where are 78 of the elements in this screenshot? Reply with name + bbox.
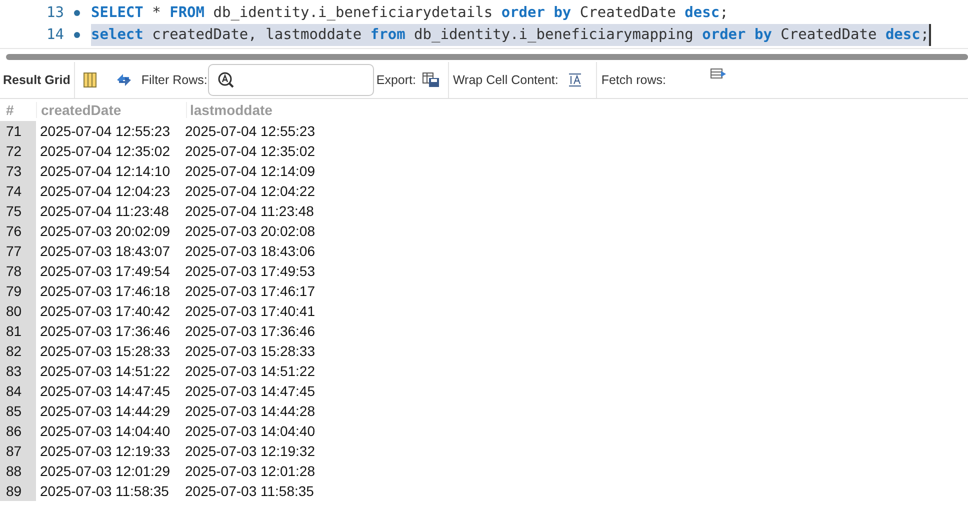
table-cell-text: 2025-07-03 14:51:22	[39, 363, 171, 379]
table-cell-text: 2025-07-04 11:23:48	[39, 203, 170, 219]
table-cell-text: 2025-07-03 15:28:33	[39, 343, 171, 359]
row-number: 73	[0, 161, 36, 181]
row-number: 82	[0, 341, 36, 361]
row-number: 78	[0, 261, 36, 281]
search-icon	[217, 71, 236, 89]
refresh-icon[interactable]	[115, 72, 134, 88]
table-cell-text: 2025-07-04 12:35:02	[39, 143, 171, 159]
line-marker-icon	[74, 10, 80, 16]
column-header[interactable]: lastmoddate	[186, 102, 330, 118]
table-cell-text: 2025-07-03 14:47:45	[39, 383, 171, 399]
table-cell-text: 2025-07-03 12:19:32	[185, 443, 316, 459]
row-number: 72	[0, 141, 36, 161]
table-cell-text: 2025-07-03 18:43:06	[185, 243, 316, 259]
row-number: 74	[0, 181, 36, 201]
table-cell-text: 2025-07-04 12:14:10	[39, 163, 171, 179]
table-cell-text: 2025-07-03 17:46:17	[185, 283, 316, 299]
table-cell-text: 2025-07-03 20:02:09	[39, 223, 171, 239]
table-cell-text: 2025-07-03 18:43:07	[39, 243, 171, 259]
row-number: 89	[0, 481, 36, 501]
table-cell-text: 2025-07-03 14:51:22	[185, 363, 316, 379]
row-number: 80	[0, 301, 36, 321]
column-header[interactable]: #	[0, 102, 36, 118]
row-number: 75	[0, 201, 36, 221]
row-number: 86	[0, 421, 36, 441]
row-number: 87	[0, 441, 36, 461]
table-cell-text: 2025-07-03 14:47:45	[185, 383, 316, 399]
table-cell-text: 2025-07-04 11:23:48	[185, 203, 315, 219]
fetch-rows-label: Fetch rows:	[601, 73, 666, 87]
table-cell-text: 2025-07-04 12:04:22	[185, 183, 316, 199]
table-cell-text: 2025-07-04 12:04:23	[39, 183, 171, 199]
row-number: 88	[0, 461, 36, 481]
table-cell-text: 2025-07-03 17:36:46	[39, 323, 171, 339]
filter-rows-field[interactable]	[208, 64, 374, 96]
table-cell-text: 2025-07-03 14:04:40	[39, 423, 171, 439]
row-number: 79	[0, 281, 36, 301]
result-grid-label: Result Grid	[2, 73, 70, 87]
table-arrow-icon[interactable]	[710, 68, 728, 80]
row-number: 84	[0, 381, 36, 401]
table-cell-text: 2025-07-03 17:40:41	[185, 303, 316, 319]
row-number: 81	[0, 321, 36, 341]
table-cell-text: 2025-07-03 17:49:53	[185, 263, 316, 279]
wrap-cell-content-label: Wrap Cell Content:	[452, 73, 558, 87]
table-cell-text: 2025-07-03 17:40:42	[39, 303, 171, 319]
table-cell-text: 2025-07-03 12:19:33	[39, 443, 171, 459]
line-number: 13	[46, 5, 64, 21]
line-number: 14	[46, 27, 64, 43]
table-cell-text: 2025-07-03 11:58:35	[39, 483, 170, 499]
table-cell-text: 2025-07-03 15:28:33	[185, 343, 316, 359]
column-header[interactable]: createdDate	[36, 102, 186, 118]
table-cell-text: 2025-07-04 12:14:09	[185, 163, 316, 179]
table-cell-text: 2025-07-03 20:02:08	[185, 223, 316, 239]
line-marker-icon	[74, 32, 80, 38]
row-number: 77	[0, 241, 36, 261]
code-line: SELECT * FROM db_identity.i_beneficiarydetails order by CreatedDate desc;	[91, 4, 728, 23]
table-cell-text: 2025-07-03 12:01:29	[39, 463, 171, 479]
table-cell-text: 2025-07-03 14:44:29	[39, 403, 171, 419]
row-number: 71	[0, 121, 36, 141]
table-cell-text: 2025-07-03 14:04:40	[185, 423, 316, 439]
table-cell-text: 2025-07-04 12:35:02	[185, 143, 316, 159]
row-number: 83	[0, 361, 36, 381]
horizontal-scrollbar[interactable]	[6, 54, 968, 60]
export-icon[interactable]	[422, 72, 440, 88]
export-label: Export:	[376, 73, 416, 87]
filter-rows-label: Filter Rows:	[141, 73, 208, 87]
row-number: 85	[0, 401, 36, 421]
table-cell-text: 2025-07-04 12:55:23	[185, 123, 316, 139]
table-cell-text: 2025-07-04 12:55:23	[39, 123, 171, 139]
table-cell-text: 2025-07-03 17:36:46	[185, 323, 316, 339]
wrap-text-icon[interactable]	[568, 73, 582, 87]
table-cell-text: 2025-07-03 14:44:28	[185, 403, 316, 419]
table-cell-text: 2025-07-03 17:49:54	[39, 263, 171, 279]
row-number: 76	[0, 221, 36, 241]
table-cell-text: 2025-07-03 11:58:35	[185, 483, 315, 499]
table-cell-text: 2025-07-03 12:01:28	[185, 463, 316, 479]
table-cell-text: 2025-07-03 17:46:18	[39, 283, 171, 299]
grid-columns-icon[interactable]	[83, 72, 98, 88]
